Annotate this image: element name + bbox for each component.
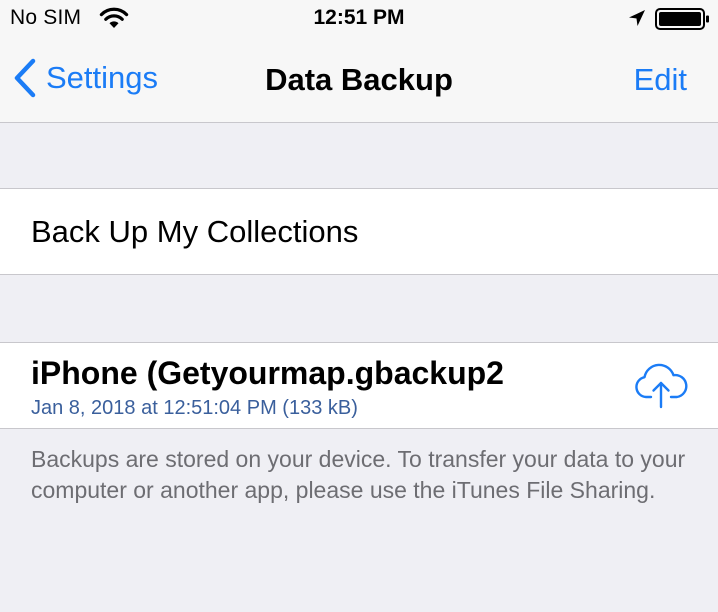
- backup-list-item[interactable]: iPhone (Getyourmap.gbackup2 Jan 8, 2018 …: [0, 342, 718, 429]
- backup-file-name: iPhone (Getyourmap.gbackup2: [31, 355, 504, 391]
- back-up-collections-label: Back Up My Collections: [31, 214, 359, 249]
- back-up-collections-button[interactable]: Back Up My Collections: [0, 188, 718, 275]
- location-icon: [629, 10, 645, 26]
- edit-button[interactable]: Edit: [634, 62, 687, 98]
- navigation-bar: Settings Data Backup Edit: [0, 40, 718, 123]
- status-time: 12:51 PM: [313, 6, 405, 29]
- status-bar: No SIM 12:51 PM: [0, 0, 718, 40]
- footer-note: Backups are stored on your device. To tr…: [31, 446, 686, 503]
- backup-file-detail: Jan 8, 2018 at 12:51:04 PM (133 kB): [31, 397, 358, 419]
- battery-icon: [655, 8, 709, 30]
- page-title: Data Backup: [265, 62, 453, 97]
- cloud-upload-icon[interactable]: [633, 363, 689, 411]
- data-backup-screen: No SIM 12:51 PM Settings Data Backup Edi…: [0, 0, 718, 612]
